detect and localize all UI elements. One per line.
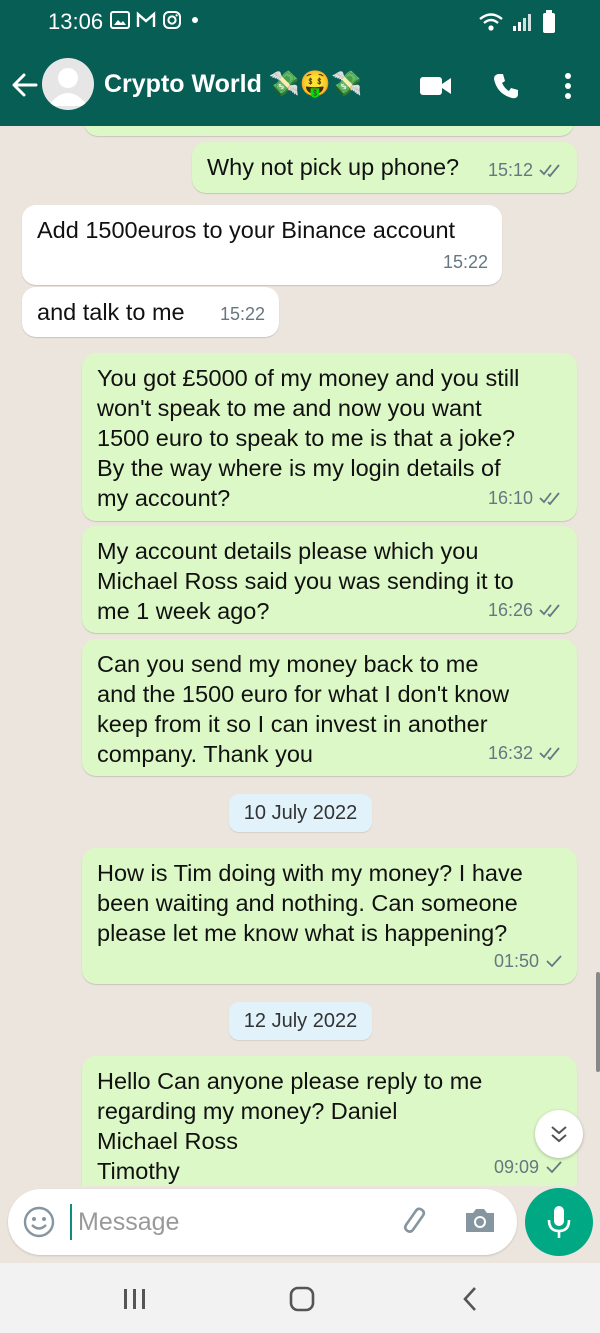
signal-icon	[513, 14, 531, 31]
attach-button[interactable]	[398, 1205, 434, 1241]
message-text: Add 1500euros to your Binance account	[37, 217, 456, 243]
chevron-left-icon	[463, 1287, 476, 1311]
back-button[interactable]	[8, 68, 42, 102]
microphone-icon	[547, 1206, 571, 1238]
system-nav-bar	[0, 1263, 600, 1333]
arrow-left-icon	[12, 73, 38, 97]
message-bubble[interactable]: Add 1500euros to your Binance account 15…	[22, 205, 502, 285]
message-time: 16:32	[487, 743, 533, 763]
camera-icon	[466, 1209, 494, 1232]
paperclip-icon	[403, 1207, 426, 1233]
chat-title[interactable]: Crypto World 💸🤑💸	[104, 70, 362, 99]
double-chevron-down-icon	[551, 1126, 567, 1143]
date-chip: 10 July 2022	[229, 794, 372, 832]
message-bubble-partial	[84, 126, 574, 136]
message-meta: 15:22	[443, 247, 488, 277]
camera-button[interactable]	[463, 1205, 499, 1241]
recent-apps-button[interactable]	[115, 1279, 155, 1319]
battery-icon	[543, 10, 555, 33]
message-time: 16:26	[487, 600, 533, 620]
message-list[interactable]: Why not pick up phone? 15:12 Add 1500eur…	[0, 126, 600, 1186]
phone-icon	[494, 74, 518, 99]
voice-call-button[interactable]	[486, 66, 526, 106]
status-bar: 13:06	[0, 0, 600, 44]
scroll-to-bottom-button[interactable]	[535, 1110, 583, 1158]
avatar[interactable]	[42, 58, 94, 110]
double-check-icon	[539, 492, 560, 505]
scrollbar-thumb[interactable]	[596, 972, 600, 1072]
message-meta: 01:50	[494, 946, 563, 976]
gallery-icon	[110, 11, 130, 29]
message-bubble[interactable]: Can you send my money back to me and the…	[82, 639, 577, 776]
message-time: 15:22	[219, 304, 265, 324]
message-input[interactable]	[70, 1204, 378, 1240]
message-text: How is Tim doing with my money? I have b…	[97, 860, 523, 946]
message-time: 15:22	[442, 252, 488, 272]
message-meta: 15:22	[220, 299, 265, 329]
message-bubble[interactable]: and talk to me 15:22	[22, 287, 279, 337]
status-time: 13:06	[48, 9, 104, 34]
notification-icons	[110, 10, 202, 30]
emoji-button[interactable]	[22, 1205, 56, 1239]
single-check-icon	[546, 955, 562, 968]
home-icon	[289, 1286, 315, 1312]
single-check-icon	[546, 1161, 562, 1174]
message-time: 16:10	[487, 488, 533, 508]
voice-message-button[interactable]	[525, 1188, 593, 1256]
recent-apps-icon	[124, 1289, 145, 1309]
dot-icon	[192, 17, 198, 23]
message-time: 01:50	[493, 951, 539, 971]
system-icons	[478, 10, 556, 34]
message-time: 09:09	[493, 1157, 539, 1177]
message-meta: 16:32	[488, 738, 563, 768]
message-bubble[interactable]: Hello Can anyone please reply to me rega…	[82, 1056, 577, 1186]
instagram-icon	[163, 11, 181, 29]
message-bubble[interactable]: How is Tim doing with my money? I have b…	[82, 848, 577, 984]
message-meta: 15:12	[488, 155, 563, 185]
gmail-icon	[136, 11, 156, 27]
double-check-icon	[539, 164, 560, 177]
double-check-icon	[539, 747, 560, 760]
message-meta: 16:10	[488, 483, 563, 513]
more-options-button[interactable]	[548, 66, 588, 106]
video-camera-icon	[420, 77, 451, 95]
double-check-icon	[539, 604, 560, 617]
message-time: 15:12	[487, 160, 533, 180]
more-vertical-icon	[565, 73, 571, 99]
message-bubble[interactable]: Why not pick up phone? 15:12	[192, 142, 577, 193]
message-meta: 16:26	[488, 595, 563, 625]
emoji-icon	[23, 1206, 55, 1238]
message-composer	[8, 1189, 517, 1255]
nav-back-button[interactable]	[450, 1279, 490, 1319]
home-button[interactable]	[282, 1279, 322, 1319]
video-call-button[interactable]	[416, 66, 456, 106]
date-chip: 12 July 2022	[229, 1002, 372, 1040]
wifi-icon	[479, 13, 503, 31]
message-bubble[interactable]: My account details please which you Mich…	[82, 526, 577, 633]
default-avatar-icon	[48, 68, 88, 106]
message-bubble[interactable]: You got £5000 of my money and you still …	[82, 353, 577, 521]
chat-header: Crypto World 💸🤑💸	[0, 44, 600, 126]
